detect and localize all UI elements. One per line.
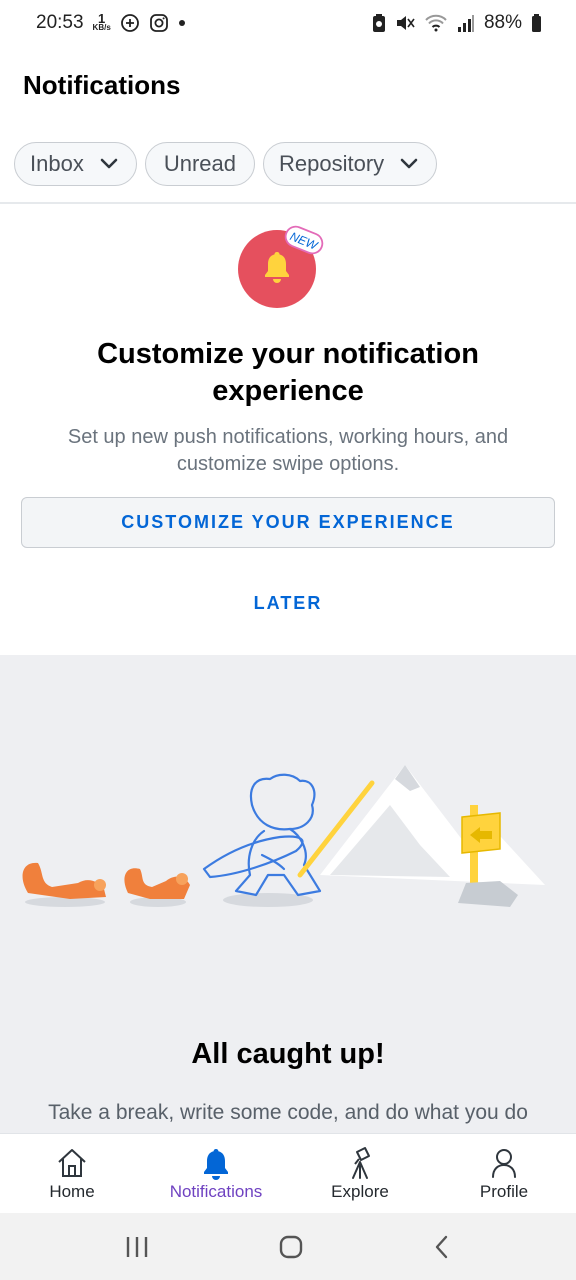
- signal-icon: [457, 13, 475, 33]
- filter-inbox-label: Inbox: [30, 151, 84, 176]
- filter-inbox[interactable]: Inbox: [14, 142, 137, 186]
- filter-unread[interactable]: Unread: [144, 142, 255, 186]
- chat-plus-icon: [120, 13, 140, 33]
- battery-icon: [531, 13, 542, 33]
- nav-profile[interactable]: Profile: [432, 1134, 576, 1213]
- nav-explore-label: Explore: [331, 1182, 389, 1201]
- filter-repository-label: Repository: [278, 151, 385, 176]
- chevron-down-icon: [400, 158, 418, 170]
- nav-explore[interactable]: Explore: [288, 1134, 432, 1213]
- empty-state: All caught up! Take a break, write some …: [0, 655, 576, 1133]
- back-icon[interactable]: [432, 1234, 452, 1260]
- battery-saver-icon: [372, 13, 386, 33]
- instagram-icon: [149, 13, 169, 33]
- dot-icon: [178, 19, 186, 27]
- status-bar: 20:53 1 KB/s 88%: [0, 0, 576, 46]
- promo-subtitle: Set up new push notifications, working h…: [67, 426, 509, 475]
- promo-title: Customize your notification experience: [97, 338, 479, 407]
- bottom-nav: Home Notifications Explore Profile: [0, 1133, 576, 1213]
- recent-apps-icon[interactable]: [124, 1235, 150, 1259]
- telescope-icon: [343, 1146, 377, 1180]
- system-nav-bar: [0, 1213, 576, 1280]
- bell-icon: [199, 1146, 233, 1180]
- header-divider: [0, 202, 576, 204]
- empty-state-title: All caught up!: [191, 1038, 385, 1070]
- chevron-down-icon: [100, 158, 118, 170]
- home-button-icon[interactable]: [278, 1234, 304, 1260]
- empty-state-subtitle: Take a break, write some code, and do wh…: [48, 1101, 528, 1124]
- mute-icon: [395, 13, 415, 33]
- data-rate-value: 1: [98, 11, 106, 26]
- data-rate: 1 KB/s: [92, 11, 111, 32]
- nav-notifications-label: Notifications: [169, 1182, 263, 1201]
- nav-home[interactable]: Home: [0, 1134, 144, 1213]
- later-button[interactable]: LATER: [238, 588, 338, 618]
- data-rate-unit: KB/s: [92, 23, 111, 32]
- new-tag: NEW: [282, 222, 326, 258]
- filter-unread-label: Unread: [163, 151, 236, 176]
- page-title: Notifications: [23, 70, 181, 100]
- nav-profile-label: Profile: [479, 1182, 529, 1201]
- wifi-icon: [424, 13, 448, 33]
- all-caught-up-illustration: [22, 765, 545, 907]
- filter-bar: Inbox Unread Repository: [14, 142, 438, 186]
- home-icon: [55, 1146, 89, 1180]
- battery-percent: 88%: [483, 12, 522, 33]
- status-time: 20:53: [36, 12, 84, 33]
- nav-notifications[interactable]: Notifications: [144, 1134, 288, 1213]
- person-icon: [487, 1146, 521, 1180]
- nav-home-label: Home: [49, 1182, 95, 1201]
- customize-experience-button[interactable]: CUSTOMIZE YOUR EXPERIENCE: [21, 497, 555, 548]
- filter-repository[interactable]: Repository: [262, 142, 438, 186]
